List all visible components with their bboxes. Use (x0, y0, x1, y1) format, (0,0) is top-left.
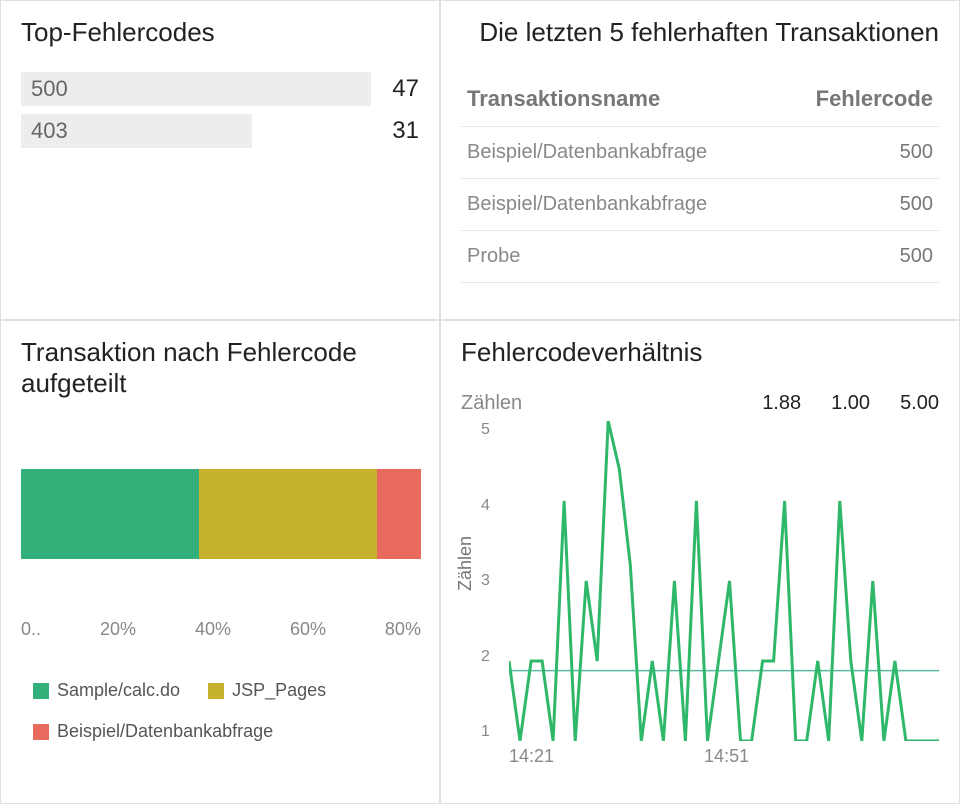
tx-code: 500 (900, 245, 933, 268)
error-code-count: 47 (371, 75, 419, 103)
y-tick: 5 (481, 421, 490, 439)
tx-split-panel: Transaktion nach Fehlercode aufgeteilt 0… (0, 320, 440, 804)
legend-swatch (208, 683, 224, 699)
legend-swatch (33, 683, 49, 699)
chart-legend: Sample/calc.do JSP_Pages Beispiel/Datenban… (21, 680, 419, 742)
tx-code: 500 (900, 141, 933, 164)
stat-max: 5.00 (900, 392, 939, 415)
tx-name: Probe (467, 245, 520, 268)
legend-label: JSP_Pages (232, 680, 326, 701)
x-axis-ticks: 14:21 14:51 (509, 746, 939, 767)
x-tick: 20% (100, 619, 136, 640)
x-axis-ticks: 0.. 20% 40% 60% 80% (21, 619, 421, 640)
legend-item[interactable]: Beispiel/Datenbankabfrage (33, 721, 273, 742)
x-tick: 60% (290, 619, 326, 640)
x-tick: 80% (385, 619, 421, 640)
legend-item[interactable]: JSP_Pages (208, 680, 326, 701)
stat-mean: 1.88 (762, 392, 801, 415)
recent-failed-tx-panel: Die letzten 5 fehlerhaften Transaktionen… (440, 0, 960, 320)
y-tick: 4 (481, 497, 490, 515)
tx-code: 500 (900, 193, 933, 216)
panel-title: Top-Fehlercodes (21, 17, 419, 48)
table-row[interactable]: Beispiel/Datenbankabfrage 500 (461, 127, 939, 179)
top-error-codes-panel: Top-Fehlercodes 50047 403 31 (0, 0, 440, 320)
line-chart: 54321 Zählen 14:2114:51 (461, 421, 939, 761)
chart-stats: Zählen 1.88 1.00 5.00 (461, 392, 939, 415)
error-code-row[interactable]: 403 31 (21, 114, 419, 148)
x-tick: 14:51 (704, 746, 749, 767)
stacked-bar-chart (21, 459, 421, 569)
col-code: Fehlercode (816, 86, 933, 112)
stack-segment[interactable] (21, 469, 199, 559)
error-code-count: 31 (371, 117, 419, 145)
col-name: Transaktionsname (467, 86, 660, 112)
stack-segment[interactable] (377, 469, 421, 559)
panel-title: Die letzten 5 fehlerhaften Transaktionen (461, 17, 939, 48)
y-tick: 2 (481, 648, 490, 666)
tx-name: Beispiel/Datenbankabfrage (467, 141, 707, 164)
y-tick: 3 (481, 572, 490, 590)
legend-label: Sample/calc.do (57, 680, 180, 701)
table-header: Transaktionsname Fehlercode (461, 72, 939, 127)
y-tick: 1 (481, 723, 490, 741)
error-ratio-panel: Fehlercodeverhältnis Zählen 1.88 1.00 5.… (440, 320, 960, 804)
line-chart-svg (509, 421, 939, 741)
panel-title: Transaktion nach Fehlercode aufgeteilt (21, 337, 419, 399)
legend-label: Beispiel/Datenbankabfrage (57, 721, 273, 742)
table-row[interactable]: Beispiel/Datenbankabfrage 500 (461, 179, 939, 231)
legend-item[interactable]: Sample/calc.do (33, 680, 180, 701)
stack-segment[interactable] (199, 469, 377, 559)
table-row[interactable]: Probe 500 (461, 231, 939, 283)
legend-swatch (33, 724, 49, 740)
stat-min: 1.00 (831, 392, 870, 415)
count-label: Zählen (461, 392, 522, 415)
tx-name: Beispiel/Datenbankabfrage (467, 193, 707, 216)
error-code-bar: 403 (21, 114, 252, 148)
y-axis-ticks: 5 4 3 2 1 (481, 421, 490, 741)
x-tick: 14:21 (509, 746, 554, 767)
error-code-bar: 500 (21, 72, 371, 106)
error-code-row[interactable]: 50047 (21, 72, 419, 106)
x-tick: 40% (195, 619, 231, 640)
y-axis-label: Zählen (455, 536, 476, 591)
line-series (509, 421, 939, 741)
x-tick: 0.. (21, 619, 41, 640)
panel-title: Fehlercodeverhältnis (461, 337, 939, 368)
recent-tx-table: Transaktionsname Fehlercode Beispiel/Dat… (461, 72, 939, 283)
